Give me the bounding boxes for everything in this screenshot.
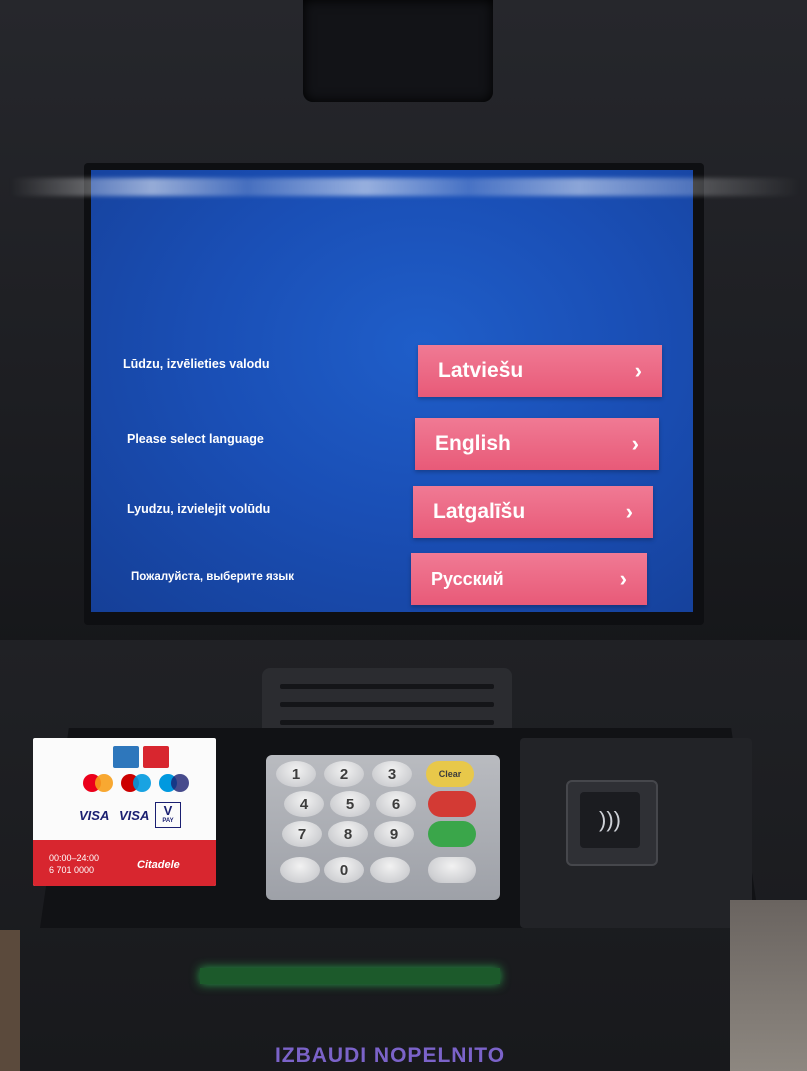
visa-logo-icon: VISA	[79, 808, 110, 823]
key-2[interactable]: 2	[324, 761, 364, 787]
cash-dispenser-slot[interactable]	[200, 968, 500, 984]
english-button[interactable]: English ›	[415, 418, 659, 470]
floor-background	[730, 900, 807, 1071]
latvian-button[interactable]: Latviešu ›	[418, 345, 662, 397]
prompt-latvian: Lūdzu, izvēlieties valodu	[123, 357, 270, 371]
key-6[interactable]: 6	[376, 791, 416, 817]
latvian-button-label: Latviešu	[438, 359, 524, 382]
contactless-reader[interactable]: )))	[566, 780, 658, 866]
chevron-right-icon: ›	[634, 358, 642, 383]
atm-screen: Lūdzu, izvēlieties valodu Latviešu › Ple…	[91, 170, 693, 612]
key-4[interactable]: 4	[284, 791, 324, 817]
card-slot-line[interactable]	[280, 720, 494, 725]
key-1[interactable]: 1	[276, 761, 316, 787]
key-8[interactable]: 8	[328, 821, 368, 847]
russian-button-label: Русский	[431, 568, 504, 589]
accepted-cards-sticker: VISA VISA V PAY 00:00–24:00 6 701 0000 C…	[33, 738, 216, 886]
mastercard-logo-icon	[83, 774, 113, 792]
amex-logo-icon	[113, 746, 139, 768]
key-3[interactable]: 3	[372, 761, 412, 787]
prompt-english: Please select language	[127, 432, 264, 446]
visa-debit-logo-icon	[159, 774, 189, 792]
vpay-sub: PAY	[162, 818, 174, 824]
service-hours: 00:00–24:00	[49, 853, 100, 863]
prompt-latgalian: Lyudzu, izvielejit volūdu	[127, 502, 271, 516]
chevron-right-icon: ›	[625, 499, 633, 524]
english-button-label: English	[435, 432, 511, 455]
key-5[interactable]: 5	[330, 791, 370, 817]
key-0[interactable]: 0	[324, 857, 364, 883]
chevron-right-icon: ›	[631, 431, 639, 456]
vpay-logo-icon: V PAY	[155, 802, 181, 828]
card-slot-line	[280, 702, 494, 707]
service-phone: 6 701 0000	[49, 865, 95, 875]
latgalian-button-label: Latgalīšu	[433, 500, 526, 523]
key-blank-left[interactable]	[280, 857, 320, 883]
contactless-icon: )))	[580, 792, 640, 848]
cancel-key[interactable]	[428, 791, 476, 817]
light-reflection	[10, 178, 800, 196]
promo-banner: IZBAUDI NOPELNITO	[274, 1044, 506, 1067]
card-slot-line	[280, 684, 494, 689]
ec-logo-icon	[143, 746, 169, 768]
camera-housing	[303, 0, 493, 102]
key-9[interactable]: 9	[374, 821, 414, 847]
russian-button[interactable]: Русский ›	[411, 553, 647, 605]
pin-keypad: 1 2 3 Clear 4 5 6 7 8 9 0	[266, 755, 500, 900]
key-blank-right[interactable]	[370, 857, 410, 883]
latgalian-button[interactable]: Latgalīšu ›	[413, 486, 653, 538]
clear-key[interactable]: Clear	[426, 761, 474, 787]
key-7[interactable]: 7	[282, 821, 322, 847]
vpay-letter: V	[163, 803, 173, 818]
enter-key[interactable]	[428, 821, 476, 847]
prompt-russian: Пожалуйста, выберите язык	[131, 571, 294, 583]
citadele-brand: Citadele	[137, 859, 180, 871]
maestro-logo-icon	[121, 774, 151, 792]
floor-left	[0, 930, 20, 1071]
sticker-contact-band: 00:00–24:00 6 701 0000 Citadele	[33, 840, 216, 886]
key-blank-function[interactable]	[428, 857, 476, 883]
chevron-right-icon: ›	[619, 566, 627, 591]
visa-electron-logo-icon: VISA	[119, 808, 150, 823]
